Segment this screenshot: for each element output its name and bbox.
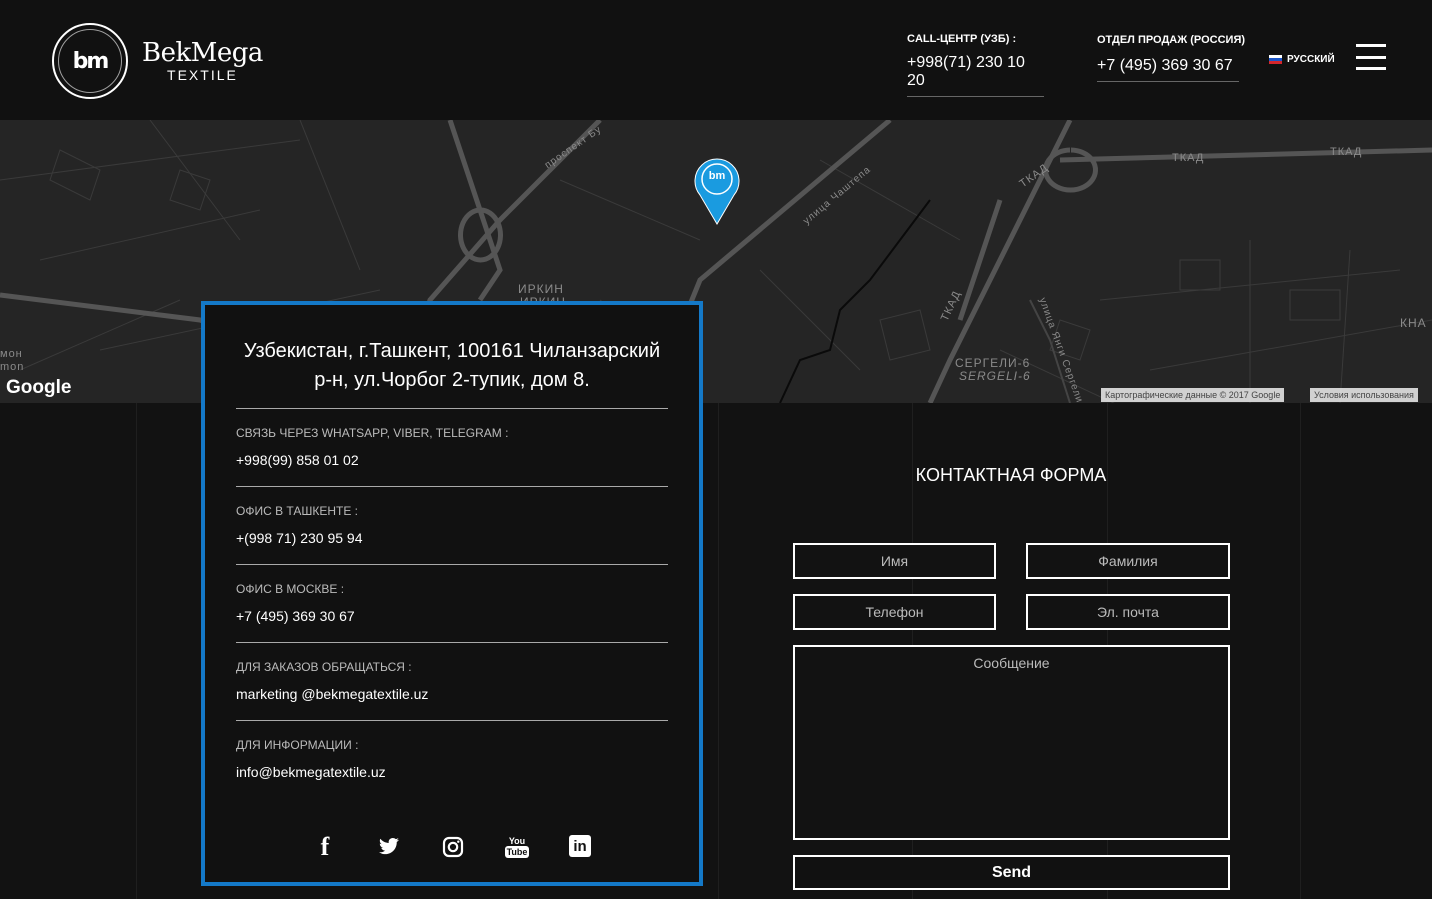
language-label: РУССКИЙ	[1287, 54, 1335, 65]
youtube-icon-top: You	[508, 836, 526, 846]
contact-row-value[interactable]: +998(99) 858 01 02	[236, 452, 668, 468]
contact-card: Узбекистан, г.Ташкент, 100161 Чиланзарск…	[201, 301, 703, 886]
map-label-tkad-1: ТКАД	[1172, 152, 1205, 164]
address-text: Узбекистан, г.Ташкент, 100161 Чиланзарск…	[236, 337, 668, 409]
youtube-icon[interactable]: You Tube	[504, 835, 530, 859]
map-terms-link[interactable]: Условия использования	[1310, 388, 1418, 402]
call-center-phone[interactable]: +998(71) 230 10 20	[907, 54, 1044, 97]
contact-row-moscow: ОФИС В МОСКВЕ : +7 (495) 369 30 67	[236, 565, 668, 643]
sales-label: ОТДЕЛ ПРОДАЖ (РОССИЯ)	[1097, 34, 1246, 46]
hamburger-icon[interactable]	[1356, 44, 1386, 70]
google-logo: Google	[6, 377, 72, 398]
phone-input[interactable]	[793, 594, 996, 630]
contact-row-value[interactable]: +(998 71) 230 95 94	[236, 530, 668, 546]
contact-row-label: ДЛЯ ИНФОРМАЦИИ :	[236, 738, 359, 752]
contact-row-value[interactable]: +7 (495) 369 30 67	[236, 608, 668, 624]
map-attribution[interactable]: Картографические данные © 2017 Google	[1101, 388, 1285, 402]
map-label-sergeli-latin: SERGELI-6	[959, 369, 1031, 383]
linkedin-icon[interactable]: in	[569, 835, 591, 857]
map-label-irkin: ИРКИН	[518, 282, 564, 296]
instagram-icon[interactable]	[441, 835, 465, 859]
contact-row-label: ОФИС В ТАШКЕНТЕ :	[236, 504, 359, 518]
first-name-input[interactable]	[793, 543, 996, 579]
contact-row-value[interactable]: info@bekmegatextile.uz	[236, 764, 668, 780]
twitter-icon[interactable]	[377, 835, 401, 859]
call-center-block: CALL-ЦЕНТР (УЗБ) : +998(71) 230 10 20	[907, 32, 1044, 97]
map-label-mon-latin: mon	[0, 361, 25, 373]
contact-row-tashkent: ОФИС В ТАШКЕНТЕ : +(998 71) 230 95 94	[236, 487, 668, 565]
message-textarea[interactable]	[793, 645, 1230, 840]
contact-row-label: ОФИС В МОСКВЕ :	[236, 582, 345, 596]
youtube-icon-bottom: Tube	[504, 846, 530, 858]
russia-flag-icon	[1269, 55, 1282, 64]
email-input[interactable]	[1026, 594, 1230, 630]
last-name-input[interactable]	[1026, 543, 1230, 579]
brand-sub: TEXTILE	[167, 67, 238, 83]
map-label-sergeli: СЕРГЕЛИ-6	[955, 356, 1031, 370]
contact-row-label: ДЛЯ ЗАКАЗОВ ОБРАЩАТЬСЯ :	[236, 660, 412, 674]
call-center-label: CALL-ЦЕНТР (УЗБ) :	[907, 33, 1017, 45]
contact-row-messengers: СВЯЗЬ ЧЕРЕЗ WHATSAPP, VIBER, TELEGRAM : …	[236, 409, 668, 487]
contact-row-label: СВЯЗЬ ЧЕРЕЗ WHATSAPP, VIBER, TELEGRAM :	[236, 426, 509, 440]
sales-phone[interactable]: +7 (495) 369 30 67	[1097, 57, 1239, 82]
pin-logo-text: bm	[708, 170, 726, 182]
send-button[interactable]: Send	[793, 855, 1230, 890]
contact-form-title: КОНТАКТНАЯ ФОРМА	[915, 465, 1107, 485]
logo-mark-text: bm	[72, 48, 110, 74]
language-switcher[interactable]: РУССКИЙ	[1269, 54, 1335, 65]
map-label-kna: КНА	[1400, 316, 1427, 330]
contact-row-info: ДЛЯ ИНФОРМАЦИИ : info@bekmegatextile.uz	[236, 721, 668, 799]
logo-wordmark: BekMega TEXTILE	[142, 39, 263, 83]
brand-name: BekMega	[142, 38, 263, 68]
sales-block: ОТДЕЛ ПРОДАЖ (РОССИЯ) +7 (495) 369 30 67	[1097, 33, 1245, 82]
contact-row-value[interactable]: marketing @bekmegatextile.uz	[236, 686, 668, 702]
social-links: f You Tube in	[236, 832, 668, 861]
contact-row-orders: ДЛЯ ЗАКАЗОВ ОБРАЩАТЬСЯ : marketing @bekm…	[236, 643, 668, 721]
map-label-mon: мон	[0, 348, 23, 360]
logo-mark: bm	[52, 23, 128, 99]
map-label-tkad-2: ТКАД	[1330, 146, 1363, 158]
facebook-icon[interactable]: f	[313, 832, 337, 861]
brand-logo[interactable]: bm BekMega TEXTILE	[52, 23, 263, 99]
site-header: bm BekMega TEXTILE CALL-ЦЕНТР (УЗБ) : +9…	[0, 0, 1432, 120]
